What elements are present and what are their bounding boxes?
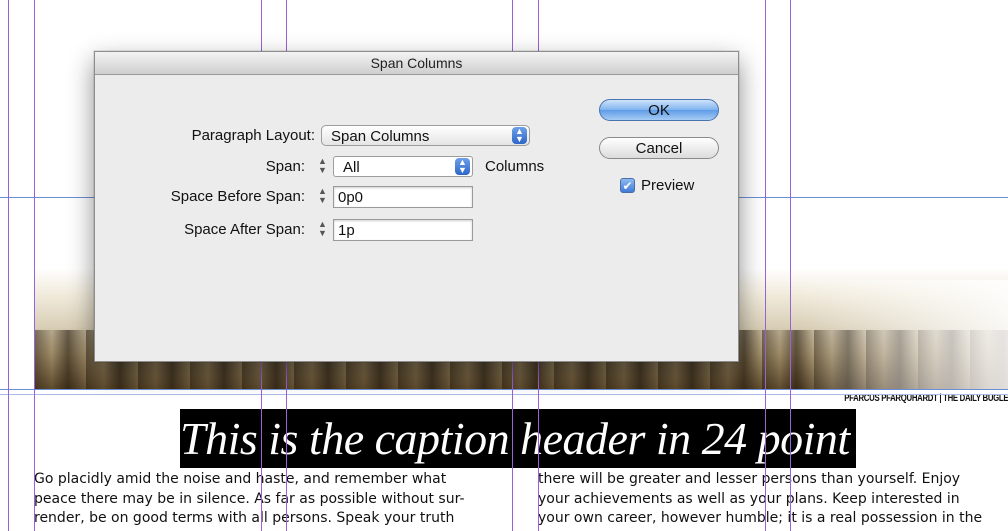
column-guide xyxy=(8,0,9,531)
text-line: render, be on good terms with all person… xyxy=(34,510,455,526)
select-arrows-icon: ▲ ▼ xyxy=(455,158,470,175)
space-before-label: Space Before Span: xyxy=(170,188,305,205)
paragraph-layout-label: Paragraph Layout: xyxy=(191,127,315,144)
span-select[interactable]: All ▲ ▼ xyxy=(333,156,473,177)
text-column-left[interactable]: Go placidly amid the noise and haste, an… xyxy=(34,470,465,529)
span-columns-dialog: Span Columns Paragraph Layout: Span Colu… xyxy=(94,51,739,362)
checkmark-icon: ✔ xyxy=(622,179,633,193)
space-after-stepper[interactable]: ▲ ▼ xyxy=(317,220,328,240)
preview-checkbox[interactable]: ✔ xyxy=(620,178,635,193)
preview-label: Preview xyxy=(641,177,695,194)
space-after-label: Space After Span: xyxy=(184,221,305,238)
paragraph-layout-select[interactable]: Span Columns ▲ ▼ xyxy=(321,125,530,146)
span-value: All xyxy=(343,159,360,176)
paragraph-layout-value: Span Columns xyxy=(331,128,430,145)
span-label: Span: xyxy=(265,158,305,175)
photo-fade xyxy=(800,280,1008,390)
horizontal-guide xyxy=(0,389,1008,390)
text-line: there will be greater and lesser persons… xyxy=(538,471,961,487)
caption-header[interactable]: This is the caption header in 24 point i… xyxy=(180,409,953,468)
space-before-input[interactable]: 0p0 xyxy=(333,186,473,208)
dialog-title: Span Columns xyxy=(95,52,738,75)
column-guide xyxy=(765,0,766,531)
horizontal-guide xyxy=(0,394,1008,395)
span-stepper[interactable]: ▲ ▼ xyxy=(317,157,328,177)
text-line: Go placidly amid the noise and haste, an… xyxy=(34,471,447,487)
cancel-button[interactable]: Cancel xyxy=(599,137,719,159)
text-column-right[interactable]: there will be greater and lesser persons… xyxy=(538,470,982,529)
column-guide xyxy=(34,0,35,531)
column-guide xyxy=(790,0,791,531)
ok-button[interactable]: OK xyxy=(599,99,719,121)
select-arrows-icon: ▲ ▼ xyxy=(512,127,527,144)
text-line: your achievements as well as your plans.… xyxy=(538,490,960,507)
space-after-input[interactable]: 1p xyxy=(333,219,473,241)
span-unit-label: Columns xyxy=(485,158,545,175)
space-before-stepper[interactable]: ▲ ▼ xyxy=(317,187,328,207)
text-line: your own career, however humble; it is a… xyxy=(538,510,983,526)
text-line: peace there may be in silence. As far as… xyxy=(34,490,465,507)
